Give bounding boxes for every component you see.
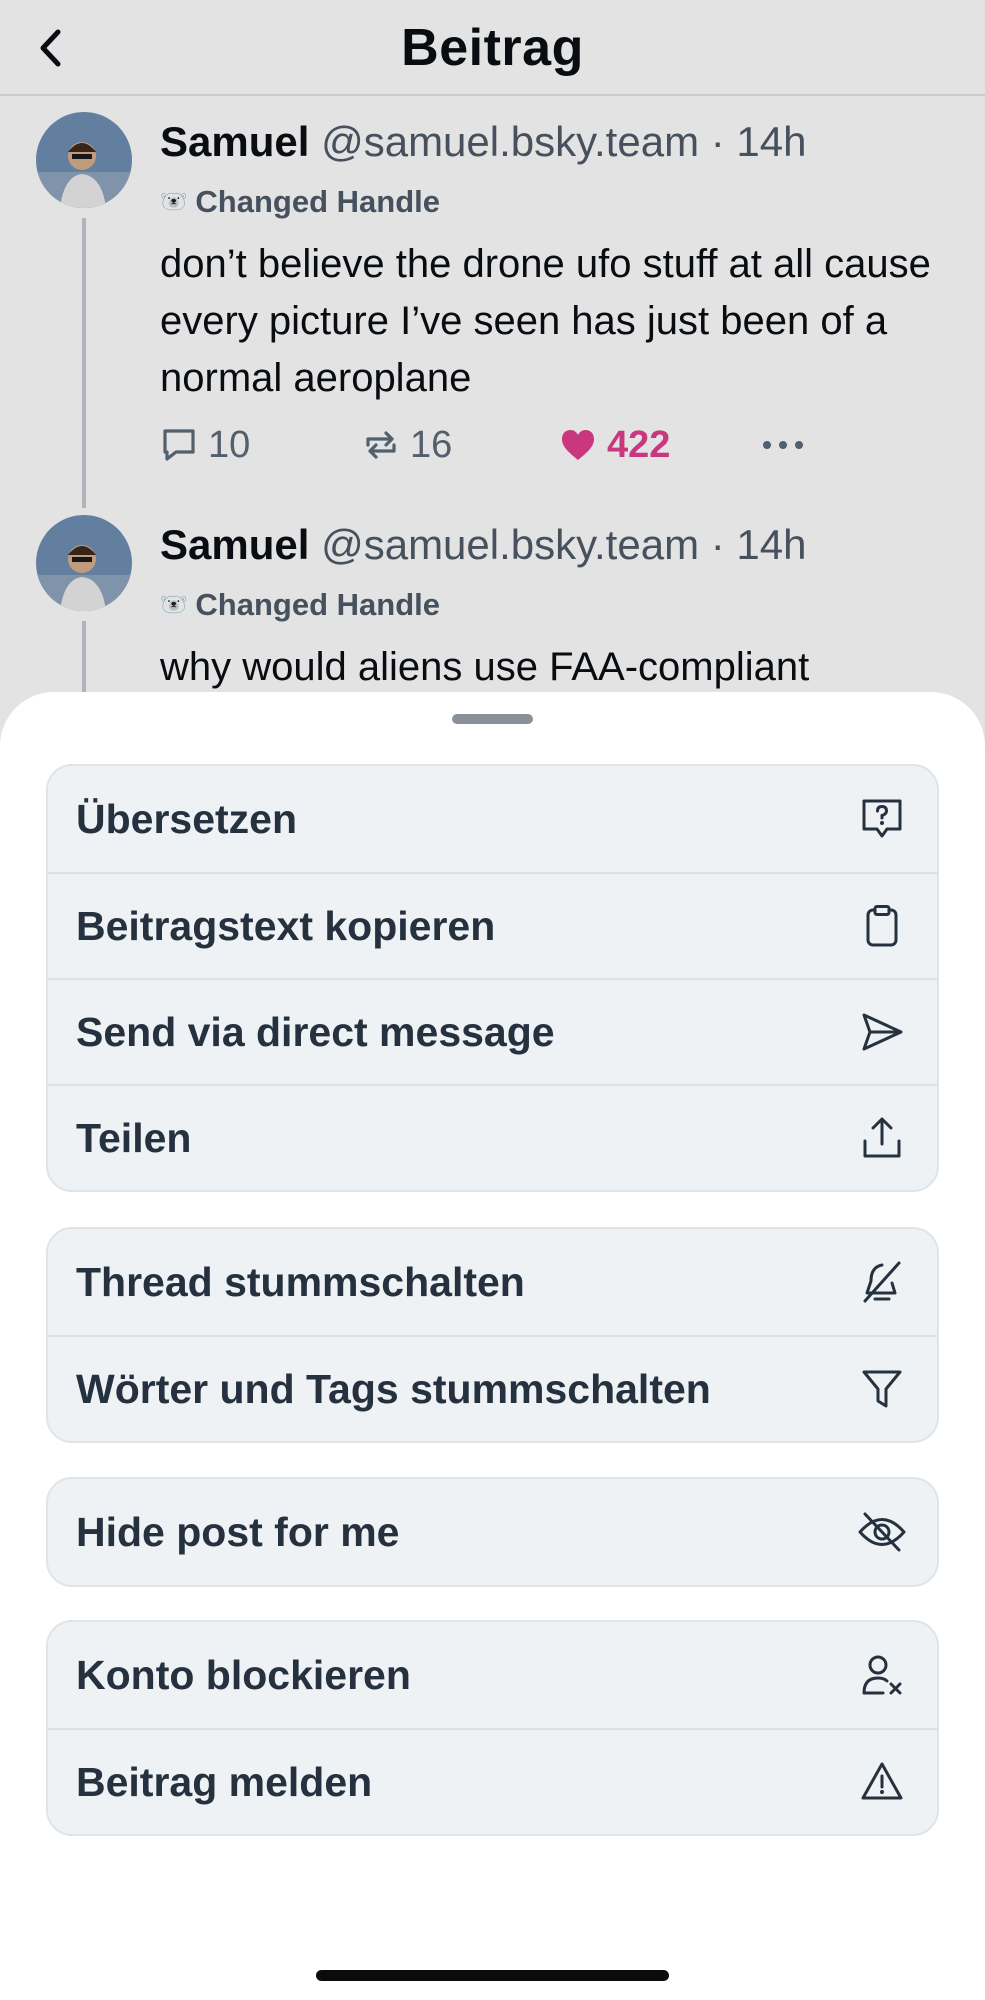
menu-group-moderation: Konto blockieren Beitrag melden: [46, 1620, 939, 1836]
mute-icon: [857, 1257, 907, 1307]
share-icon: [857, 1113, 907, 1163]
menu-item-mute-thread[interactable]: Thread stummschalten: [48, 1229, 937, 1335]
menu-item-label: Hide post for me: [76, 1508, 400, 1555]
menu-group-hide: Hide post for me: [46, 1477, 939, 1587]
menu-item-send-dm[interactable]: Send via direct message: [48, 978, 937, 1084]
filter-icon: [857, 1364, 907, 1414]
menu-item-label: Beitrag melden: [76, 1758, 373, 1805]
menu-item-label: Beitragstext kopieren: [76, 902, 496, 949]
menu-item-hide-post[interactable]: Hide post for me: [48, 1479, 937, 1585]
menu-item-copy-text[interactable]: Beitragstext kopieren: [48, 872, 937, 978]
menu-group-actions: Übersetzen Beitragstext kopieren Send vi…: [46, 764, 939, 1192]
post-options-sheet: Übersetzen Beitragstext kopieren Send vi…: [0, 692, 985, 2000]
menu-item-share[interactable]: Teilen: [48, 1084, 937, 1190]
menu-item-mute-words[interactable]: Wörter und Tags stummschalten: [48, 1335, 937, 1441]
menu-item-translate[interactable]: Übersetzen: [48, 766, 937, 872]
send-icon: [857, 1007, 907, 1057]
menu-item-label: Teilen: [76, 1114, 192, 1161]
menu-item-report-post[interactable]: Beitrag melden: [48, 1728, 937, 1834]
menu-item-label: Konto blockieren: [76, 1651, 411, 1698]
eye-slash-icon: [857, 1507, 907, 1557]
menu-item-label: Wörter und Tags stummschalten: [76, 1365, 711, 1412]
menu-item-label: Thread stummschalten: [76, 1258, 525, 1305]
translate-icon: [857, 794, 907, 844]
sheet-grabber[interactable]: [452, 714, 533, 724]
menu-item-label: Send via direct message: [76, 1008, 555, 1055]
warning-icon: [857, 1757, 907, 1807]
menu-item-block-account[interactable]: Konto blockieren: [48, 1622, 937, 1728]
menu-item-label: Übersetzen: [76, 795, 298, 842]
menu-group-mute: Thread stummschalten Wörter und Tags stu…: [46, 1227, 939, 1443]
home-indicator[interactable]: [316, 1970, 669, 1981]
clipboard-icon: [857, 901, 907, 951]
block-user-icon: [857, 1650, 907, 1700]
